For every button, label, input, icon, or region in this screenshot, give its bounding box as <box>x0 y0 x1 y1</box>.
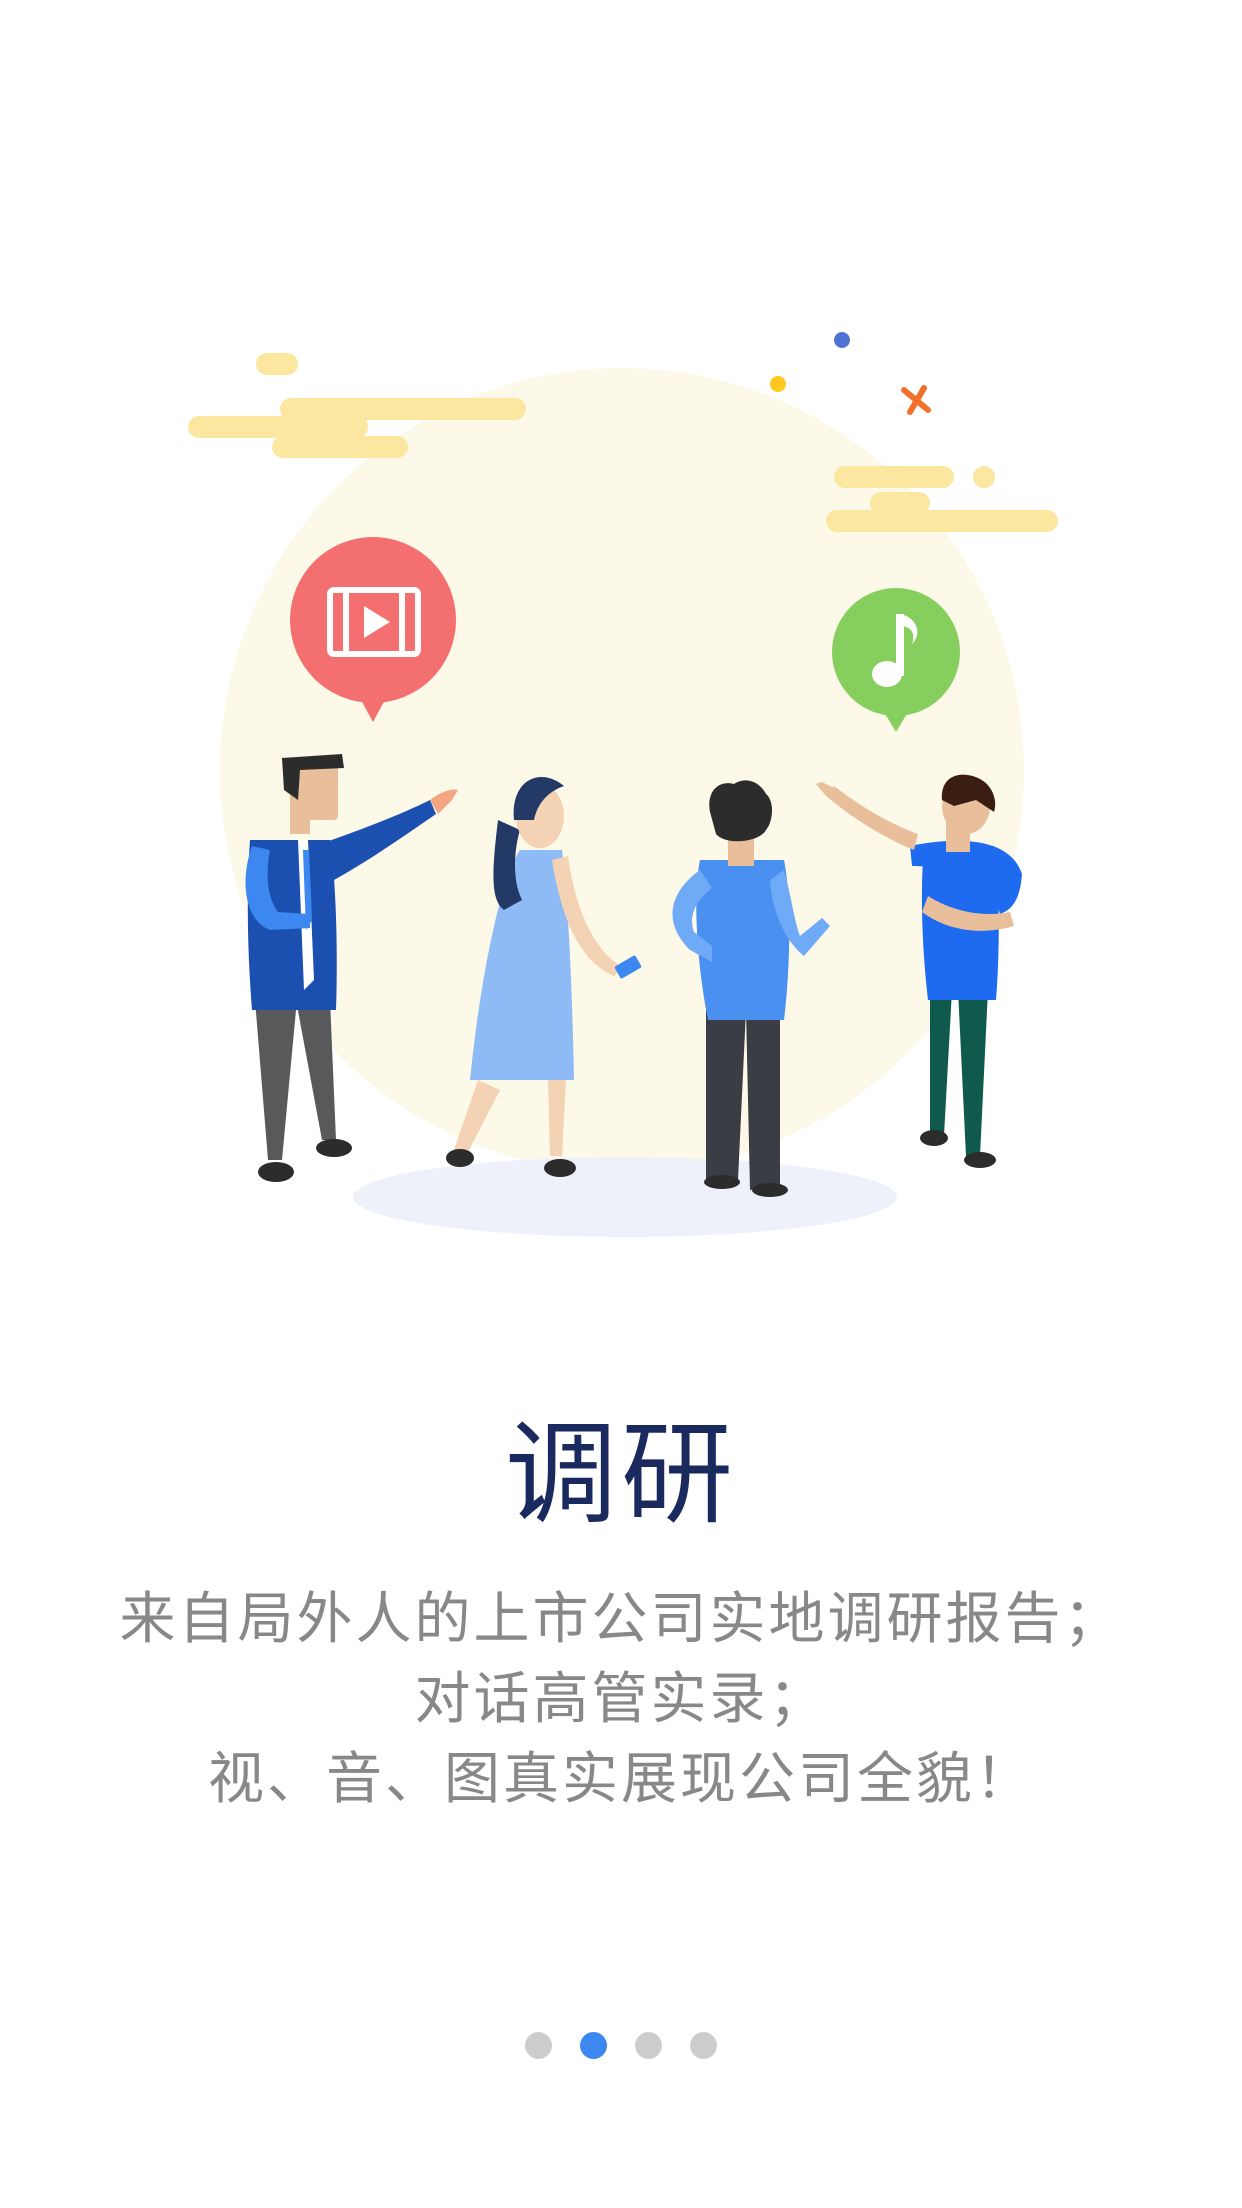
description-line-3: 视、音、图真实展现公司全貌！ <box>208 1747 1034 1812</box>
sparkle-dot-blue <box>834 332 850 348</box>
page-dot-1[interactable] <box>525 2032 552 2059</box>
description-line-2: 对话高管实录； <box>414 1667 828 1732</box>
sparkle-cross <box>901 385 931 415</box>
page-indicator <box>0 2032 1242 2062</box>
page-dot-3[interactable] <box>635 2032 662 2059</box>
description-line-1: 来自局外人的上市公司实地调研报告； <box>119 1587 1123 1652</box>
sparkle-dot-yellow <box>770 376 786 392</box>
backdrop-circle <box>220 368 1024 1172</box>
ground-shadow <box>353 1157 897 1237</box>
page-title: 调研 <box>505 1410 737 1540</box>
description: 来自局外人的上市公司实地调研报告； 对话高管实录； 视、音、图真实展现公司全貌！ <box>0 1580 1242 1820</box>
onboarding-page: 调研 来自局外人的上市公司实地调研报告； 对话高管实录； 视、音、图真实展现公司… <box>0 0 1242 2208</box>
page-dot-2-active[interactable] <box>580 2032 607 2059</box>
page-dot-4[interactable] <box>690 2032 717 2059</box>
research-illustration <box>188 332 1058 1237</box>
